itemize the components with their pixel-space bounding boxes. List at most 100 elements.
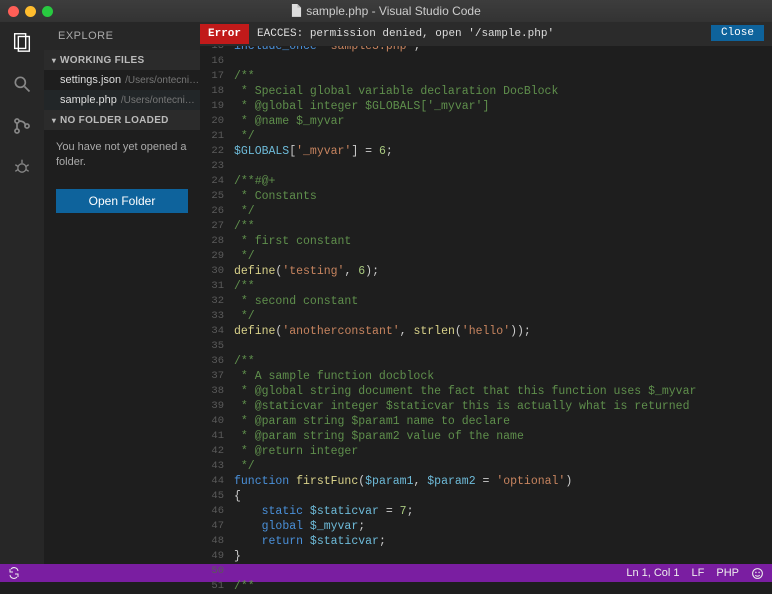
code-area[interactable]: 14 */15include_once 'sample3.php';1617/*… [200, 22, 772, 564]
line-number: 51 [200, 579, 234, 594]
code-line[interactable]: 41 * @param string $param2 value of the … [200, 429, 772, 444]
status-sync-icon[interactable] [8, 567, 20, 579]
code-content[interactable]: */ [234, 309, 255, 324]
line-number: 29 [200, 249, 234, 264]
code-line[interactable]: 28 * first constant [200, 234, 772, 249]
code-line[interactable]: 27/** [200, 219, 772, 234]
code-line[interactable]: 44function firstFunc($param1, $param2 = … [200, 474, 772, 489]
code-line[interactable]: 32 * second constant [200, 294, 772, 309]
code-line[interactable]: 51/** [200, 579, 772, 594]
minimize-window-button[interactable] [25, 6, 36, 17]
code-content[interactable]: * Constants [234, 189, 317, 204]
code-content[interactable]: { [234, 489, 241, 504]
code-content[interactable]: * @global string document the fact that … [234, 384, 696, 399]
code-line[interactable]: 42 * @return integer [200, 444, 772, 459]
code-line[interactable]: 37 * A sample function docblock [200, 369, 772, 384]
code-line[interactable]: 21 */ [200, 129, 772, 144]
maximize-window-button[interactable] [42, 6, 53, 17]
code-line[interactable]: 20 * @name $_myvar [200, 114, 772, 129]
code-line[interactable]: 45{ [200, 489, 772, 504]
code-line[interactable]: 38 * @global string document the fact th… [200, 384, 772, 399]
code-line[interactable]: 46 static $staticvar = 7; [200, 504, 772, 519]
code-line[interactable]: 29 */ [200, 249, 772, 264]
line-number: 50 [200, 564, 234, 579]
working-file-item[interactable]: settings.json /Users/ontecnia/... [44, 70, 200, 90]
code-line[interactable]: 25 * Constants [200, 189, 772, 204]
code-content[interactable]: * second constant [234, 294, 358, 309]
code-content[interactable]: /** [234, 279, 255, 294]
window-controls [8, 6, 53, 17]
line-number: 36 [200, 354, 234, 369]
line-number: 48 [200, 534, 234, 549]
close-window-button[interactable] [8, 6, 19, 17]
code-content[interactable]: * A sample function docblock [234, 369, 434, 384]
code-line[interactable]: 47 global $_myvar; [200, 519, 772, 534]
code-line[interactable]: 24/**#@+ [200, 174, 772, 189]
code-line[interactable]: 50 [200, 564, 772, 579]
code-content[interactable]: * @param string $param2 value of the nam… [234, 429, 524, 444]
notification-close-button[interactable]: Close [711, 25, 764, 41]
no-folder-header[interactable]: ▾ NO FOLDER LOADED [44, 110, 200, 130]
working-files-header[interactable]: ▾ WORKING FILES [44, 50, 200, 70]
code-line[interactable]: 43 */ [200, 459, 772, 474]
line-number: 38 [200, 384, 234, 399]
code-content[interactable]: */ [234, 459, 255, 474]
code-content[interactable]: /** [234, 69, 255, 84]
code-line[interactable]: 26 */ [200, 204, 772, 219]
code-content[interactable]: $GLOBALS['_myvar'] = 6; [234, 144, 393, 159]
open-folder-button[interactable]: Open Folder [56, 189, 188, 213]
line-number: 20 [200, 114, 234, 129]
code-content[interactable]: */ [234, 249, 255, 264]
code-line[interactable]: 23 [200, 159, 772, 174]
code-content[interactable]: * Special global variable declaration Do… [234, 84, 558, 99]
code-content[interactable]: static $staticvar = 7; [234, 504, 413, 519]
editor[interactable]: ⋯ ✕ Error EACCES: permission denied, ope… [200, 22, 772, 564]
line-number: 17 [200, 69, 234, 84]
code-line[interactable]: 18 * Special global variable declaration… [200, 84, 772, 99]
code-line[interactable]: 30define('testing', 6); [200, 264, 772, 279]
sidebar: EXPLORE ▾ WORKING FILES settings.json /U… [44, 22, 200, 564]
working-file-item[interactable]: sample.php /Users/ontecnia/... [44, 90, 200, 110]
code-content[interactable]: } [234, 549, 241, 564]
explorer-icon[interactable] [10, 30, 34, 54]
code-line[interactable]: 16 [200, 54, 772, 69]
code-content[interactable]: */ [234, 129, 255, 144]
code-content[interactable]: * @global integer $GLOBALS['_myvar'] [234, 99, 489, 114]
code-line[interactable]: 39 * @staticvar integer $staticvar this … [200, 399, 772, 414]
code-content[interactable]: function firstFunc($param1, $param2 = 'o… [234, 474, 572, 489]
code-content[interactable]: define('anotherconstant', strlen('hello'… [234, 324, 531, 339]
line-number: 18 [200, 84, 234, 99]
code-content[interactable]: /** [234, 219, 255, 234]
line-number: 24 [200, 174, 234, 189]
code-line[interactable]: 48 return $staticvar; [200, 534, 772, 549]
search-icon[interactable] [10, 72, 34, 96]
code-content[interactable]: /** [234, 354, 255, 369]
code-content[interactable]: * first constant [234, 234, 351, 249]
code-content[interactable]: * @staticvar integer $staticvar this is … [234, 399, 689, 414]
code-line[interactable]: 17/** [200, 69, 772, 84]
code-line[interactable]: 34define('anotherconstant', strlen('hell… [200, 324, 772, 339]
code-content[interactable]: /**#@+ [234, 174, 275, 189]
code-content[interactable]: define('testing', 6); [234, 264, 379, 279]
code-content[interactable]: /** [234, 579, 255, 594]
code-line[interactable]: 19 * @global integer $GLOBALS['_myvar'] [200, 99, 772, 114]
code-line[interactable]: 35 [200, 339, 772, 354]
line-number: 30 [200, 264, 234, 279]
code-content[interactable]: * @return integer [234, 444, 358, 459]
code-content[interactable]: global $_myvar; [234, 519, 365, 534]
code-line[interactable]: 33 */ [200, 309, 772, 324]
code-content[interactable]: return $staticvar; [234, 534, 386, 549]
line-number: 33 [200, 309, 234, 324]
code-line[interactable]: 49} [200, 549, 772, 564]
source-control-icon[interactable] [10, 114, 34, 138]
file-icon [291, 4, 302, 17]
code-line[interactable]: 31/** [200, 279, 772, 294]
debug-icon[interactable] [10, 156, 34, 180]
code-line[interactable]: 40 * @param string $param1 name to decla… [200, 414, 772, 429]
code-content[interactable]: * @name $_myvar [234, 114, 344, 129]
code-content[interactable]: * @param string $param1 name to declare [234, 414, 510, 429]
line-number: 40 [200, 414, 234, 429]
code-line[interactable]: 22$GLOBALS['_myvar'] = 6; [200, 144, 772, 159]
code-content[interactable]: */ [234, 204, 255, 219]
code-line[interactable]: 36/** [200, 354, 772, 369]
